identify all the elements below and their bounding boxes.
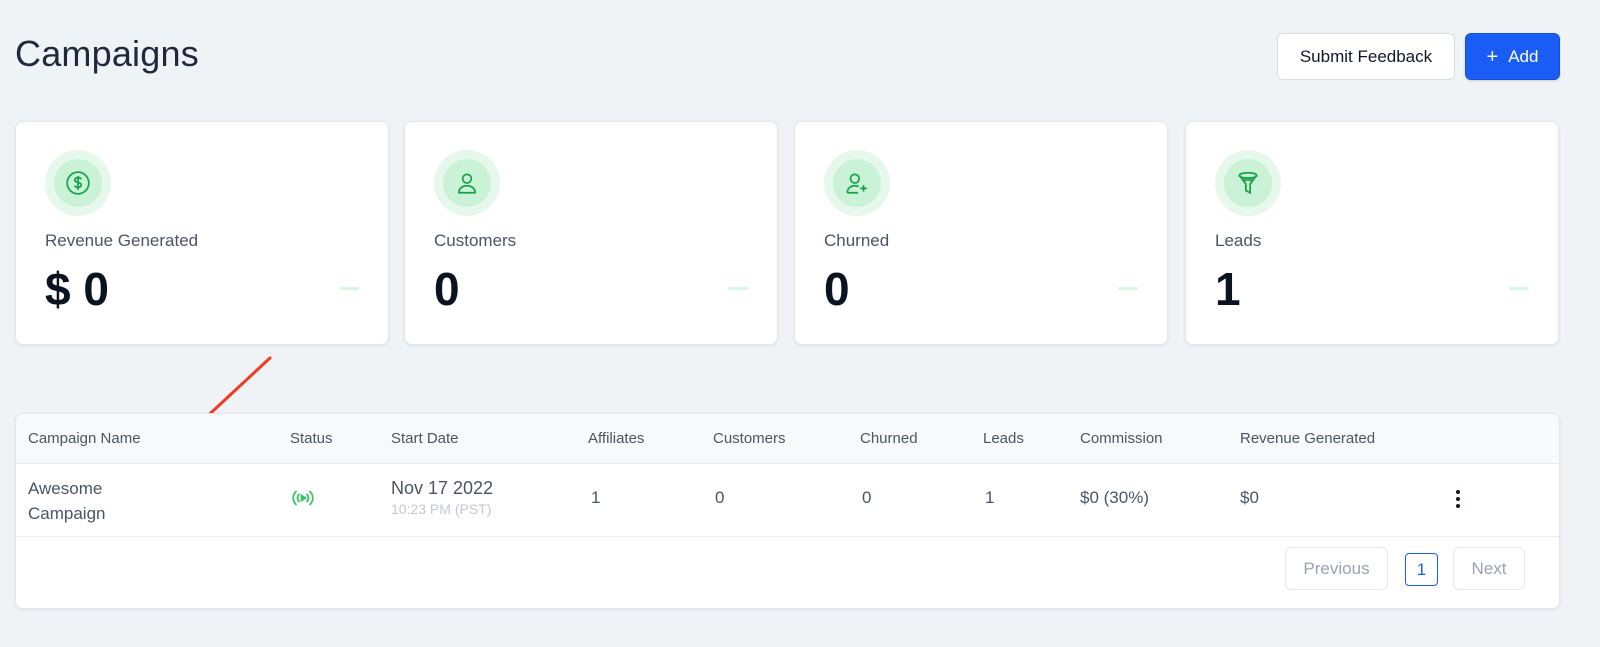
user-icon — [458, 173, 476, 194]
add-label: Add — [1508, 46, 1539, 66]
stat-card-revenue: Revenue Generated $ 0 — [15, 121, 389, 345]
previous-label: Previous — [1303, 558, 1370, 578]
sparkline-placeholder — [1509, 287, 1529, 290]
next-page-button[interactable]: Next — [1453, 547, 1525, 590]
start-time-value: 10:23 PM (PST) — [391, 501, 492, 517]
sparkline-placeholder — [1118, 287, 1138, 290]
column-header[interactable]: Status — [290, 430, 333, 447]
funnel-icon — [1238, 171, 1258, 195]
table-header: Campaign Name Status Start Date Affiliat… — [16, 414, 1559, 464]
submit-feedback-button[interactable]: Submit Feedback — [1277, 33, 1455, 80]
start-date-value: Nov 17 2022 — [391, 478, 494, 498]
campaign-name-link[interactable]: Awesome Campaign — [28, 476, 148, 526]
stat-label: Customers — [434, 231, 517, 250]
customers-count: 0 — [715, 488, 725, 507]
column-header[interactable]: Campaign Name — [28, 430, 141, 447]
commission-value: $0 (30%) — [1080, 488, 1149, 507]
column-header[interactable]: Commission — [1080, 430, 1163, 447]
column-header[interactable]: Customers — [713, 430, 786, 447]
user-plus-icon — [846, 173, 867, 194]
churned-count: 0 — [862, 488, 872, 507]
sparkline-placeholder — [339, 287, 359, 290]
previous-page-button[interactable]: Previous — [1285, 547, 1388, 590]
stat-label: Revenue Generated — [45, 231, 199, 250]
stat-value: 1 — [1215, 263, 1241, 315]
dollar-circle-icon — [66, 171, 90, 195]
stat-value: $ 0 — [45, 263, 109, 315]
column-header[interactable]: Start Date — [391, 430, 459, 447]
stat-card-customers: Customers 0 — [404, 121, 778, 345]
broadcast-active-icon — [292, 490, 314, 506]
revenue-value: $0 — [1240, 488, 1259, 507]
leads-count: 1 — [985, 488, 995, 507]
stat-value: 0 — [824, 263, 850, 315]
row-actions-menu-icon[interactable] — [1448, 487, 1468, 511]
page-number-button[interactable]: 1 — [1405, 553, 1438, 586]
plus-icon: + — [1486, 45, 1499, 68]
submit-feedback-label: Submit Feedback — [1299, 46, 1433, 66]
stat-card-churned: Churned 0 — [794, 121, 1168, 345]
column-header[interactable]: Churned — [860, 430, 918, 447]
column-header[interactable]: Revenue Generated — [1240, 430, 1375, 447]
affiliates-count: 1 — [591, 488, 601, 507]
add-button[interactable]: + Add — [1465, 33, 1560, 80]
stat-value: 0 — [434, 263, 460, 315]
stat-card-leads: Leads 1 — [1185, 121, 1559, 345]
stat-label: Leads — [1215, 231, 1262, 250]
table-row[interactable]: Awesome Campaign Nov 17 2022 10:23 PM (P… — [16, 463, 1559, 537]
sparkline-placeholder — [728, 287, 748, 290]
column-header[interactable]: Leads — [983, 430, 1024, 447]
start-date: Nov 17 2022 10:23 PM (PST) — [391, 478, 493, 517]
next-label: Next — [1471, 558, 1507, 578]
stat-label: Churned — [824, 231, 890, 250]
campaigns-table: Campaign Name Status Start Date Affiliat… — [15, 413, 1560, 609]
column-header[interactable]: Affiliates — [588, 430, 644, 447]
page-title: Campaigns — [15, 33, 199, 74]
